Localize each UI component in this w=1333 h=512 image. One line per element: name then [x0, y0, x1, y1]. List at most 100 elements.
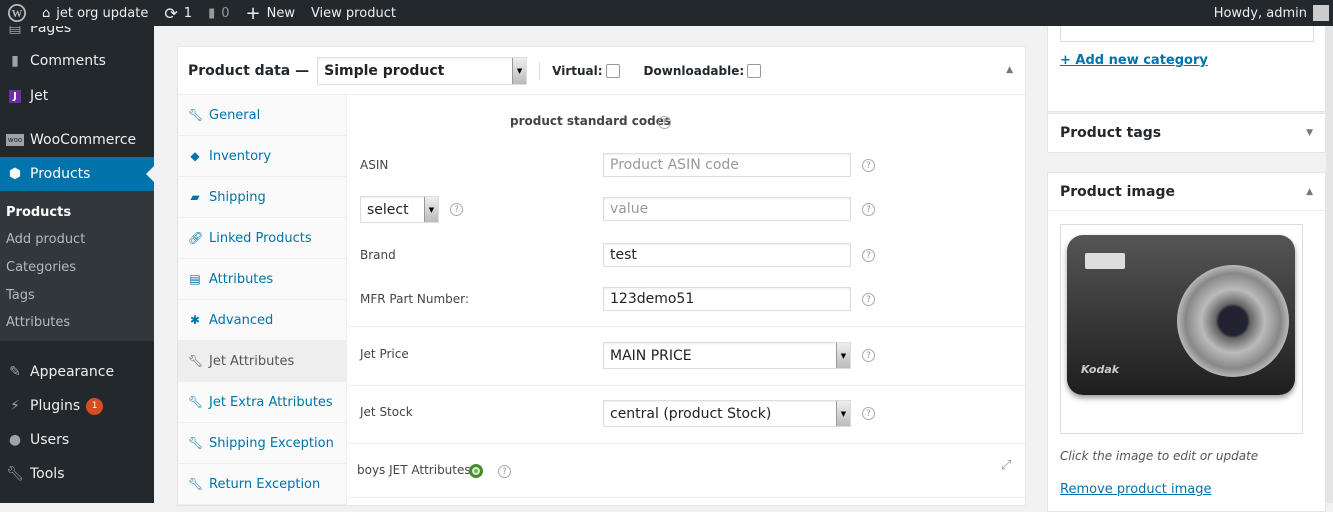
- jet-stock-row: Jet Stock central (product Stock) ▼ ?: [348, 386, 1025, 444]
- asin-input[interactable]: [603, 153, 851, 177]
- product-data-panel: Product data — Simple product ▼ Virtual: …: [177, 46, 1026, 506]
- tab-shipping-exception[interactable]: 🔧︎ Shipping Exception: [178, 423, 346, 464]
- mfr-part-number-input[interactable]: [603, 287, 851, 311]
- submenu-add-product[interactable]: Add product: [6, 232, 85, 247]
- help-icon[interactable]: ?: [862, 407, 875, 420]
- jet-price-row: Jet Price MAIN PRICE ▼ ?: [348, 328, 1025, 386]
- expand-toggle-icon[interactable]: ▼: [1306, 128, 1313, 138]
- tag-icon: ◆: [190, 149, 200, 163]
- link-icon: 🔗︎: [188, 231, 204, 245]
- boys-jet-attributes-row: boys JET Attributes ? ⤢: [348, 444, 1025, 498]
- wordpress-logo-icon[interactable]: W: [0, 0, 34, 26]
- submenu-attributes[interactable]: Attributes: [6, 315, 70, 330]
- current-arrow: [146, 166, 154, 182]
- help-icon[interactable]: ?: [862, 159, 875, 172]
- menu-appearance[interactable]: ✎ Appearance: [0, 355, 154, 389]
- tab-label: Jet Extra Attributes: [209, 394, 333, 410]
- help-icon[interactable]: ?: [498, 465, 511, 478]
- menu-plugins[interactable]: ⚡ Plugins 1: [0, 389, 154, 423]
- product-image[interactable]: Kodak: [1060, 224, 1303, 434]
- menu-woocommerce[interactable]: woo WooCommerce: [0, 123, 154, 157]
- user-icon: ●: [8, 432, 22, 448]
- menu-jet[interactable]: J Jet: [0, 79, 154, 113]
- virtual-checkbox-label[interactable]: Virtual:: [552, 63, 620, 78]
- help-icon[interactable]: ?: [862, 249, 875, 262]
- gear-icon: ✱: [189, 313, 201, 327]
- menu-users[interactable]: ● Users: [0, 423, 154, 457]
- brand-input[interactable]: [603, 243, 851, 267]
- tab-jet-extra-attributes[interactable]: 🔧︎ Jet Extra Attributes: [178, 382, 346, 423]
- wrench-icon: 🔧︎: [188, 436, 204, 450]
- plugins-update-badge: 1: [86, 397, 104, 415]
- tab-linked-products[interactable]: 🔗︎ Linked Products: [178, 218, 346, 259]
- avatar: [1313, 5, 1329, 21]
- product-tags-header[interactable]: Product tags ▼: [1048, 114, 1325, 152]
- product-image-header[interactable]: Product image ▲: [1048, 173, 1325, 211]
- new-link[interactable]: + New: [238, 0, 303, 26]
- account-menu[interactable]: Howdy, admin: [1214, 0, 1333, 26]
- remove-product-image-link[interactable]: Remove product image: [1060, 482, 1212, 497]
- expand-icon[interactable]: ⤢: [1001, 458, 1011, 473]
- help-icon[interactable]: ?: [450, 203, 463, 216]
- product-data-tabs: 🔧︎ General ◆ Inventory ▰ Shipping 🔗︎ Linked Pro…: [178, 95, 347, 505]
- menu-tools[interactable]: 🔧︎ Tools: [0, 457, 154, 491]
- scrollbar[interactable]: [1326, 26, 1333, 503]
- comments-link[interactable]: ▮ 0: [200, 0, 237, 26]
- downloadable-checkbox-label[interactable]: Downloadable:: [644, 63, 762, 78]
- help-icon[interactable]: ?: [862, 203, 875, 216]
- collapse-toggle-icon[interactable]: ▲: [1306, 187, 1313, 197]
- mfr-label: MFR Part Number:: [360, 292, 469, 306]
- chevron-down-icon: ▼: [512, 57, 527, 84]
- brand-label: Brand: [360, 248, 396, 262]
- jet-icon: J: [0, 89, 30, 103]
- tab-label: Return Exception: [209, 476, 321, 492]
- menu-comments[interactable]: ▮ Comments: [0, 44, 154, 78]
- collapse-toggle-icon[interactable]: ▲: [1006, 65, 1013, 75]
- help-icon[interactable]: ?: [862, 293, 875, 306]
- chevron-down-icon: ▼: [836, 343, 850, 368]
- tab-label: Inventory: [209, 148, 272, 164]
- help-icon[interactable]: ?: [862, 349, 875, 362]
- product-type-select[interactable]: Simple product ▼: [317, 56, 528, 85]
- code-value-input[interactable]: [603, 197, 851, 221]
- submenu-products[interactable]: Products: [6, 205, 71, 220]
- camera-image: Kodak: [1067, 235, 1295, 395]
- tab-jet-attributes[interactable]: 🔧︎ Jet Attributes: [178, 341, 346, 382]
- plus-icon: +: [245, 2, 261, 24]
- list-icon: ▤: [189, 272, 201, 286]
- view-product-link[interactable]: View product: [303, 0, 404, 26]
- brush-icon: ✎: [9, 364, 21, 380]
- menu-products[interactable]: ⬢ Products: [0, 157, 154, 191]
- product-tags-box: Product tags ▼: [1047, 113, 1326, 153]
- jet-stock-select[interactable]: central (product Stock) ▼: [603, 400, 851, 427]
- code-type-select[interactable]: select ▼: [360, 196, 439, 223]
- product-image-box: Product image ▲ Kodak Click the image to …: [1047, 172, 1326, 512]
- tab-return-exception[interactable]: 🔧︎ Return Exception: [178, 464, 346, 505]
- submenu-categories[interactable]: Categories: [6, 260, 76, 275]
- downloadable-checkbox[interactable]: [747, 63, 762, 78]
- divider: [539, 61, 541, 80]
- tab-label: General: [209, 107, 261, 123]
- jet-price-label: Jet Price: [360, 347, 409, 361]
- box-icon: ⬢: [8, 166, 22, 182]
- jet-price-select[interactable]: MAIN PRICE ▼: [603, 342, 851, 369]
- submenu-tags[interactable]: Tags: [6, 288, 35, 303]
- svg-text:W: W: [12, 8, 23, 20]
- wrench-icon: 🔧︎: [6, 466, 24, 482]
- add-new-category-link[interactable]: + Add new category: [1060, 53, 1208, 68]
- site-name-link[interactable]: ⌂ jet org update: [34, 0, 156, 26]
- virtual-checkbox[interactable]: [605, 63, 620, 78]
- updates-link[interactable]: ⟳ 1: [156, 0, 200, 26]
- tab-label: Linked Products: [209, 230, 312, 246]
- tab-advanced[interactable]: ✱ Advanced: [178, 300, 346, 341]
- refresh-icon: ⟳: [164, 3, 178, 23]
- tab-inventory[interactable]: ◆ Inventory: [178, 136, 346, 177]
- asin-label: ASIN: [360, 158, 389, 172]
- tab-shipping[interactable]: ▰ Shipping: [178, 177, 346, 218]
- help-icon[interactable]: ?: [658, 116, 671, 129]
- tab-attributes[interactable]: ▤ Attributes: [178, 259, 346, 300]
- comment-icon: ▮: [208, 5, 216, 21]
- tab-general[interactable]: 🔧︎ General: [178, 95, 346, 136]
- tab-label: Shipping Exception: [209, 435, 334, 451]
- comment-icon: ▮: [11, 53, 19, 69]
